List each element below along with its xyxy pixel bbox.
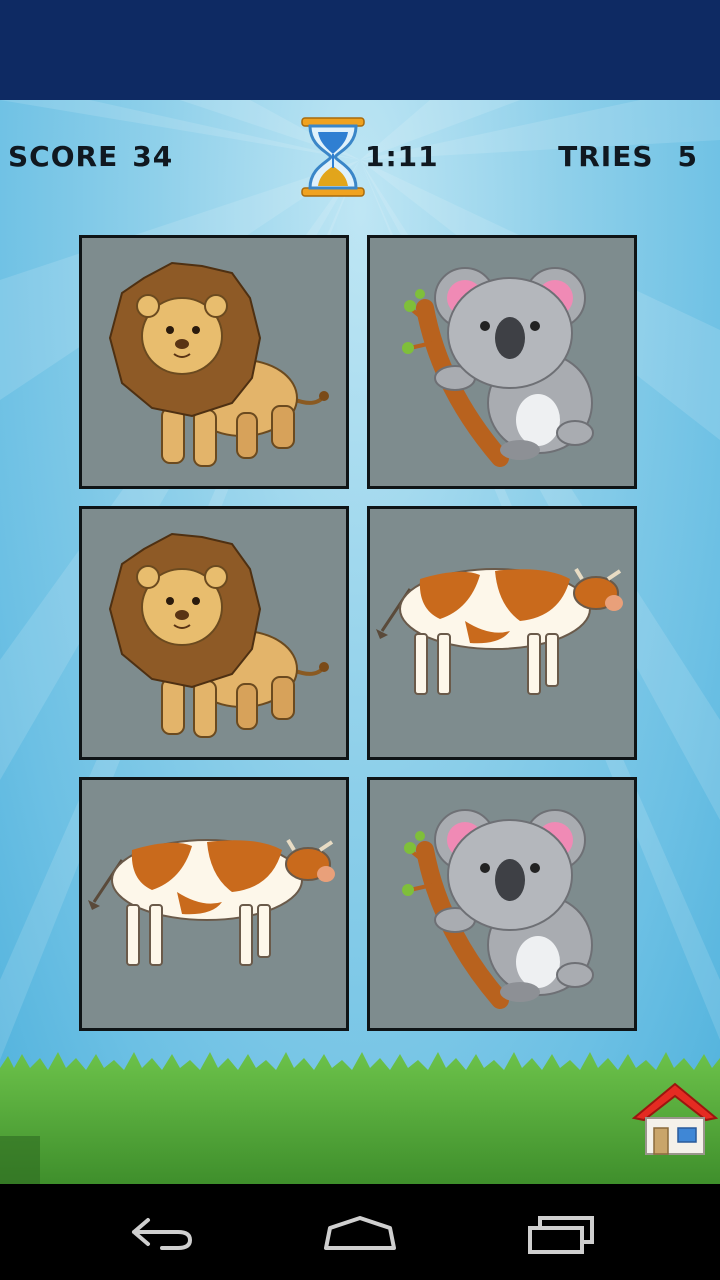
memory-card[interactable] [367,235,637,489]
grass-ground [0,1052,720,1184]
memory-card[interactable] [367,506,637,760]
home-outline-icon[interactable] [320,1210,400,1258]
score-display: SCORE 34 [8,140,173,173]
tries-display: TRIES 5 [558,140,698,173]
cow-icon [88,838,335,966]
lion-icon [108,532,329,738]
memory-card[interactable] [79,506,349,760]
house-icon[interactable] [632,1080,718,1158]
tries-value: 5 [677,140,698,173]
memory-card[interactable] [79,235,349,489]
status-bar [0,0,720,100]
koala-icon [402,267,594,467]
score-value: 34 [132,140,174,173]
navigation-bar [0,1184,720,1280]
cow-icon [376,567,623,695]
lion-icon [108,261,329,467]
memory-card[interactable] [367,777,637,1031]
score-label: SCORE [8,140,119,173]
recent-apps-icon[interactable] [520,1210,600,1258]
tries-label: TRIES [558,140,654,173]
game-area: SCORE 34 1:11 TRIES 5 [0,100,720,1184]
memory-card[interactable] [79,777,349,1031]
koala-icon [402,809,594,1009]
timer-value: 1:11 [365,140,439,173]
back-arrow-icon[interactable] [120,1210,200,1258]
hourglass-icon [301,117,365,197]
